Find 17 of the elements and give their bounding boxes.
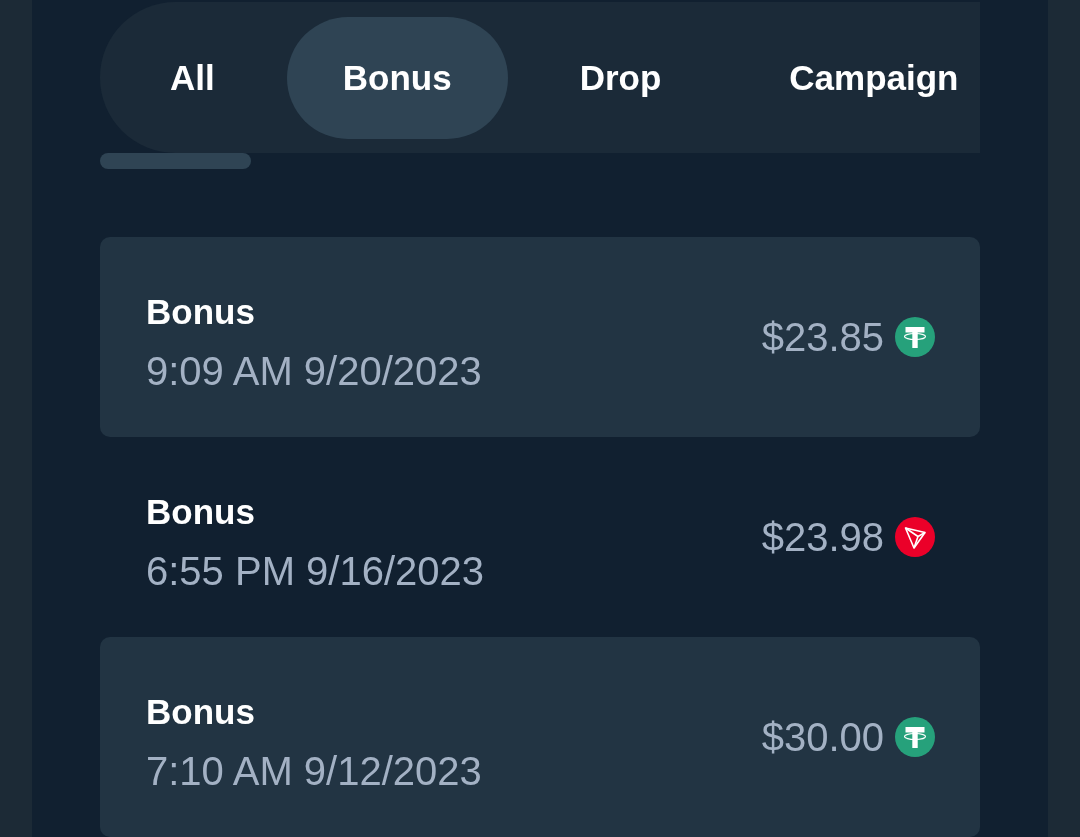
t-coin-icon bbox=[895, 717, 935, 757]
transaction-title: Bonus bbox=[146, 491, 255, 533]
t-coin-icon bbox=[895, 317, 935, 357]
transaction-title: Bonus bbox=[146, 291, 255, 333]
filter-tab[interactable]: All bbox=[114, 16, 271, 139]
transaction-amount: $23.85 bbox=[761, 314, 884, 361]
transaction-amount: $23.98 bbox=[761, 514, 884, 561]
filter-tab[interactable]: Drop bbox=[523, 16, 718, 139]
transaction-amount: $30.00 bbox=[761, 714, 884, 761]
scroll-indicator[interactable] bbox=[100, 153, 251, 169]
transaction-time: 7:10 AM 9/12/2023 bbox=[146, 748, 482, 795]
transaction-time: 9:09 AM 9/20/2023 bbox=[146, 348, 482, 395]
transaction-time: 6:55 PM 9/16/2023 bbox=[146, 548, 485, 595]
filter-tab[interactable]: Bonus bbox=[286, 16, 508, 139]
gem-coin-icon bbox=[895, 517, 935, 557]
transaction-title: Bonus bbox=[146, 691, 255, 733]
filter-tab[interactable]: Campaign bbox=[733, 16, 979, 139]
